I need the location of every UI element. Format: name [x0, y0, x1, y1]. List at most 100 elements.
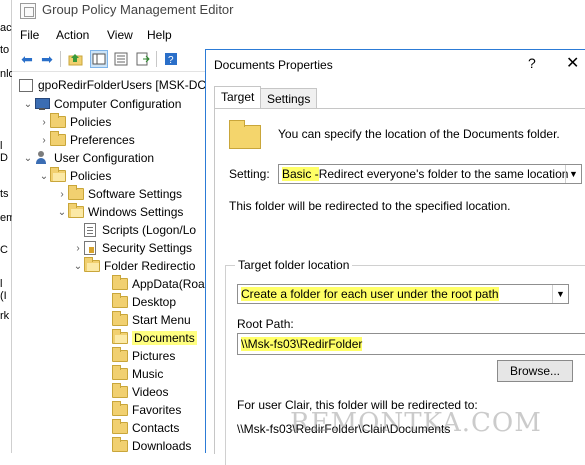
tree-item-videos[interactable]: Videos	[112, 383, 168, 401]
chevron-right-icon[interactable]: ›	[38, 117, 50, 128]
tree-item-downloads[interactable]: Downloads	[112, 437, 191, 453]
root-path-label: Root Path:	[237, 317, 294, 331]
forward-arrow-icon[interactable]: ➡	[38, 50, 56, 68]
folder-icon	[112, 347, 128, 362]
menu-help[interactable]: Help	[147, 28, 172, 42]
back-arrow-icon[interactable]: ⬅	[18, 50, 36, 68]
tree-label: Security Settings	[102, 241, 193, 255]
tree-label: Windows Settings	[88, 205, 184, 219]
folder-icon	[112, 419, 128, 434]
tree-label: Documents	[132, 331, 197, 345]
tree-label: Music	[132, 367, 164, 381]
help-icon[interactable]: ?	[528, 55, 536, 71]
window-title: Group Policy Management Editor	[42, 2, 234, 17]
tree-item-pictures[interactable]: Pictures	[112, 347, 175, 365]
setting-label: Setting:	[229, 167, 270, 181]
strip-fragment: l D	[0, 140, 8, 164]
tree-item-desktop[interactable]: Desktop	[112, 293, 176, 311]
chevron-down-icon[interactable]: ⌄	[22, 153, 34, 164]
tree-label: Desktop	[132, 295, 177, 309]
help-icon[interactable]: ?	[162, 50, 180, 68]
folder-icon	[50, 131, 66, 146]
tree-item-favorites[interactable]: Favorites	[112, 401, 181, 419]
export-icon[interactable]	[134, 50, 152, 68]
watermark: REMONTKA.COM	[290, 408, 542, 438]
chevron-down-icon[interactable]: ⌄	[72, 261, 84, 272]
chevron-down-icon[interactable]: ▼	[565, 165, 581, 183]
tree-label: Preferences	[70, 133, 135, 147]
tree-item-computer-configuration[interactable]: ⌄ Computer Configuration	[22, 95, 182, 113]
user-icon	[34, 151, 50, 165]
chevron-right-icon[interactable]: ›	[72, 243, 84, 254]
tree-item-cc-policies[interactable]: › Policies	[38, 113, 111, 131]
tree-item-user-configuration[interactable]: ⌄ User Configuration	[22, 149, 154, 167]
properties-icon[interactable]	[112, 50, 130, 68]
tree-item-contacts[interactable]: Contacts	[112, 419, 179, 437]
tree-item-security-settings[interactable]: › Security Settings	[72, 239, 192, 257]
folder-icon	[68, 185, 84, 200]
tree-item-software-settings[interactable]: › Software Settings	[56, 185, 182, 203]
tree-label: Favorites	[132, 403, 182, 417]
folder-open-icon	[84, 257, 100, 272]
folder-open-icon	[68, 203, 84, 218]
chevron-down-icon[interactable]: ⌄	[56, 207, 68, 218]
chevron-down-icon[interactable]: ▼	[552, 285, 568, 303]
tree-item-folder-redirection[interactable]: ⌄ Folder Redirectio	[72, 257, 195, 275]
background-window-strip: ac to nlo l D ts em C l (I rk	[0, 0, 15, 453]
tree-item-windows-settings[interactable]: ⌄ Windows Settings	[56, 203, 183, 221]
menu-view[interactable]: View	[107, 28, 133, 42]
folder-icon	[112, 293, 128, 308]
show-tree-icon[interactable]	[90, 50, 108, 68]
target-location-value: Create a folder for each user under the …	[241, 287, 499, 301]
tree-item-cc-preferences[interactable]: › Preferences	[38, 131, 135, 149]
title-bar: Group Policy Management Editor	[12, 0, 585, 24]
computer-icon	[34, 97, 50, 111]
chevron-down-icon[interactable]: ⌄	[22, 99, 34, 110]
folder-icon	[112, 275, 128, 290]
strip-fragment: C	[0, 244, 8, 256]
tree-label: Folder Redirectio	[104, 259, 196, 273]
chevron-right-icon[interactable]: ›	[38, 135, 50, 146]
close-icon[interactable]: ✕	[566, 53, 579, 73]
tree-item-music[interactable]: Music	[112, 365, 163, 383]
root-path-input[interactable]: \\Msk-fs03\RedirFolder	[237, 333, 585, 355]
menu-action[interactable]: Action	[56, 28, 89, 42]
tree-label: Videos	[132, 385, 169, 399]
redirect-note: This folder will be redirected to the sp…	[229, 199, 511, 213]
target-tab-panel: You can specify the location of the Docu…	[214, 108, 585, 465]
tree-label: Contacts	[132, 421, 180, 435]
up-folder-icon[interactable]	[67, 50, 85, 68]
chevron-down-icon[interactable]: ⌄	[38, 171, 50, 182]
tab-settings[interactable]: Settings	[260, 88, 318, 108]
folder-open-icon	[50, 167, 66, 182]
tree-label: Start Menu	[132, 313, 191, 327]
chevron-right-icon[interactable]: ›	[56, 189, 68, 200]
console-tree: gpoRedirFolderUsers [MSK-DC0 ⌄ Computer …	[12, 72, 212, 453]
browse-button[interactable]: Browse...	[497, 360, 573, 382]
tree-item-root[interactable]: gpoRedirFolderUsers [MSK-DC0	[18, 76, 212, 94]
target-location-dropdown[interactable]: Create a folder for each user under the …	[237, 284, 569, 304]
tab-target[interactable]: Target	[214, 86, 262, 108]
strip-fragment: ts	[0, 188, 9, 200]
tree-item-uc-policies[interactable]: ⌄ Policies	[38, 167, 111, 185]
setting-value: Redirect everyone's folder to the same l…	[318, 167, 569, 181]
tree-label: Software Settings	[88, 187, 183, 201]
gpo-icon	[18, 78, 34, 92]
folder-icon	[50, 113, 66, 128]
tree-label: gpoRedirFolderUsers [MSK-DC0	[38, 78, 212, 92]
tree-label: Computer Configuration	[54, 97, 182, 111]
tree-label: Policies	[70, 115, 112, 129]
tree-item-appdata[interactable]: AppData(Roa	[112, 275, 205, 293]
tree-item-scripts[interactable]: Scripts (Logon/Lo	[84, 221, 196, 239]
tree-label: Scripts (Logon/Lo	[102, 223, 197, 237]
tree-item-start-menu[interactable]: Start Menu	[112, 311, 191, 329]
tree-label: Downloads	[132, 439, 192, 453]
target-group-title: Target folder location	[235, 258, 353, 272]
menu-file[interactable]: File	[20, 28, 39, 42]
folder-icon	[112, 437, 128, 452]
tree-item-documents[interactable]: Documents	[112, 329, 197, 347]
setting-dropdown[interactable]: Basic - Redirect everyone's folder to th…	[278, 164, 582, 184]
menu-bar: File Action View Help	[12, 24, 585, 46]
tree-label: User Configuration	[54, 151, 155, 165]
dialog-title: Documents Properties	[214, 58, 333, 72]
